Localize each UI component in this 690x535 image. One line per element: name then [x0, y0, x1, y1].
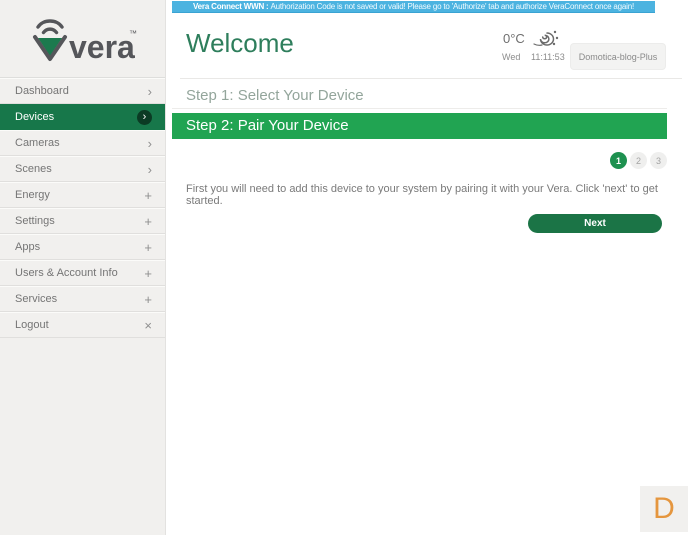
sidebar-item-label: Energy	[15, 189, 50, 201]
banner-label: Vera Connect WWN :	[192, 2, 269, 11]
sidebar-item-label: Cameras	[15, 137, 60, 149]
sidebar-item-label: Services	[15, 293, 58, 305]
controller-selector[interactable]: Domotica-blog-Plus	[570, 43, 666, 70]
sidebar-item-label: Users & Account Info	[15, 267, 118, 279]
next-button[interactable]: Next	[528, 214, 662, 233]
chevron-right-icon: ›	[147, 135, 152, 151]
vera-app-window: vera ™ Dashboard › Devices › Cameras › S…	[0, 0, 690, 535]
plus-icon: +	[144, 213, 152, 229]
plus-icon: +	[144, 187, 152, 203]
header-divider	[180, 78, 682, 79]
vera-logo-graphic: vera ™	[32, 18, 137, 64]
main-content: Vera Connect WWN : Authorization Code is …	[166, 0, 690, 535]
vera-logo: vera ™	[0, 0, 165, 78]
sidebar-item-services[interactable]: Services +	[0, 286, 165, 312]
sidebar-item-devices[interactable]: Devices ›	[0, 104, 165, 130]
sidebar-item-label: Scenes	[15, 163, 52, 175]
logo-text: vera	[69, 29, 135, 64]
sidebar-item-dashboard[interactable]: Dashboard ›	[0, 78, 165, 104]
logo-trademark: ™	[129, 29, 137, 38]
step-indicator-3[interactable]: 3	[650, 152, 667, 169]
plus-icon: +	[144, 291, 152, 307]
sidebar-item-label: Devices	[15, 111, 55, 123]
sidebar-menu: Dashboard › Devices › Cameras › Scenes ›…	[0, 78, 165, 338]
wizard-step2-header[interactable]: Step 2: Pair Your Device	[172, 113, 667, 139]
sidebar: vera ™ Dashboard › Devices › Cameras › S…	[0, 0, 166, 535]
close-icon: ×	[144, 317, 152, 333]
auth-warning-banner: Vera Connect WWN : Authorization Code is …	[172, 1, 655, 13]
step-indicator-1[interactable]: 1	[610, 152, 627, 169]
wizard-step1-header[interactable]: Step 1: Select Your Device	[172, 84, 667, 109]
sidebar-item-label: Apps	[15, 241, 41, 253]
sidebar-item-label: Logout	[15, 319, 49, 331]
plus-icon: +	[144, 239, 152, 255]
watermark-d-letter: D	[653, 492, 675, 525]
sidebar-item-label: Dashboard	[15, 85, 69, 97]
watermark-box: D	[640, 486, 688, 532]
sidebar-item-apps[interactable]: Apps +	[0, 234, 165, 260]
sidebar-item-cameras[interactable]: Cameras ›	[0, 130, 165, 156]
step-indicator-2[interactable]: 2	[630, 152, 647, 169]
wizard-description: First you will need to add this device t…	[186, 183, 658, 207]
sidebar-item-energy[interactable]: Energy +	[0, 182, 165, 208]
sidebar-item-label: Settings	[15, 215, 55, 227]
sidebar-item-logout[interactable]: Logout ×	[0, 312, 165, 338]
plus-icon: +	[144, 265, 152, 281]
wifi-arc-inner-icon	[41, 26, 58, 34]
sidebar-item-scenes[interactable]: Scenes ›	[0, 156, 165, 182]
chevron-right-icon: ›	[147, 83, 152, 99]
wizard-step-indicator: 1 2 3	[610, 152, 667, 169]
chevron-right-icon: ›	[147, 161, 152, 177]
chevron-right-circle-icon: ›	[137, 109, 152, 125]
wifi-arc-outer-icon	[35, 18, 64, 29]
sidebar-item-users-account-info[interactable]: Users & Account Info +	[0, 260, 165, 286]
clock-time: 11:11:53	[531, 52, 565, 62]
weather-day: Wed	[502, 52, 521, 62]
page-title: Welcome	[186, 28, 294, 58]
sidebar-item-settings[interactable]: Settings +	[0, 208, 165, 234]
weather-temperature: 0°C	[503, 31, 525, 46]
banner-message: Authorization Code is not saved or valid…	[270, 2, 635, 11]
